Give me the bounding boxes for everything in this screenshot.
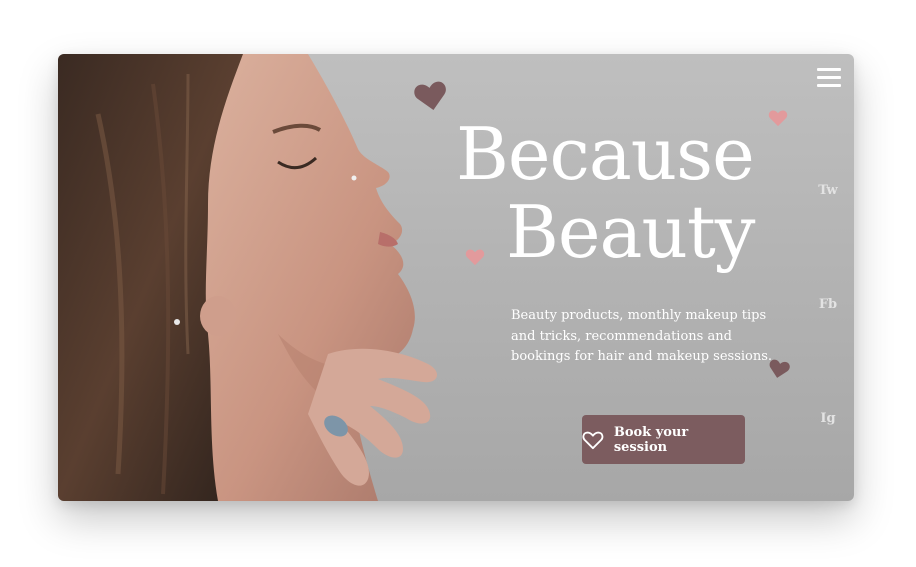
heart-decoration-icon	[465, 249, 485, 266]
woman-profile-photo	[58, 54, 438, 501]
heart-outline-icon	[582, 431, 604, 449]
facebook-link[interactable]: Fb	[814, 297, 842, 312]
heart-decoration-icon	[414, 81, 446, 110]
hero-description: Beauty products, monthly makeup tips and…	[511, 306, 773, 368]
description-line: and tricks, recommendations and	[511, 328, 732, 344]
description-line: bookings for hair and makeup sessions.	[511, 349, 773, 364]
book-session-button[interactable]: Book your session	[582, 415, 745, 464]
hero-card: Because Beauty Beauty products, monthly …	[58, 54, 854, 501]
description-line: Beauty products, monthly makeup tips	[511, 308, 767, 323]
instagram-link[interactable]: Ig	[814, 411, 842, 426]
twitter-link[interactable]: Tw	[814, 183, 842, 198]
hero-title-line2: Beauty	[506, 190, 755, 274]
book-session-label: Book your session	[613, 424, 689, 455]
hero-title-line1: Because	[456, 112, 755, 196]
hamburger-menu-icon[interactable]	[817, 68, 841, 88]
heart-decoration-icon	[768, 110, 788, 127]
